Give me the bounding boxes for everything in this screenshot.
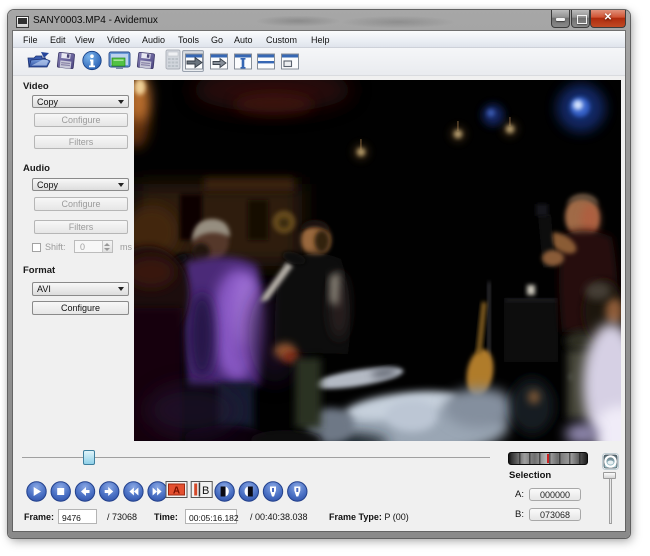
svg-text:B: B	[202, 485, 209, 497]
svg-text:A: A	[173, 486, 180, 497]
